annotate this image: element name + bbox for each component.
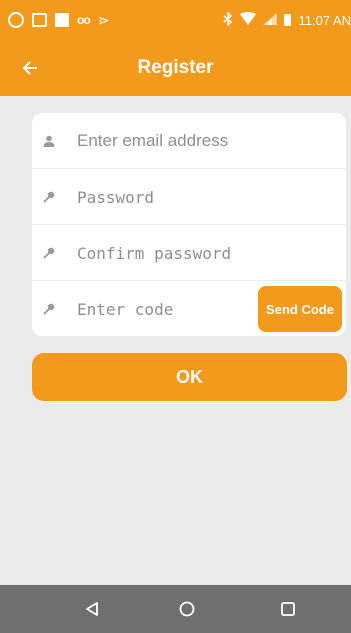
send-icon: ⋗ — [97, 11, 110, 28]
password-field[interactable] — [77, 179, 317, 215]
key-icon — [41, 245, 57, 261]
circle-home-icon — [179, 601, 195, 617]
whatsapp-icon — [8, 12, 24, 28]
key-icon — [41, 189, 57, 205]
wifi-icon — [240, 12, 257, 28]
voicemail-icon: oo — [77, 13, 91, 27]
ok-button[interactable]: OK — [32, 353, 347, 401]
notification-square-icon — [55, 13, 69, 27]
triangle-back-icon — [84, 601, 100, 617]
password-row — [32, 169, 346, 225]
status-time: 11:07 AN — [298, 12, 351, 28]
square-recents-icon — [280, 601, 296, 617]
system-nav-bar — [0, 585, 351, 633]
code-field[interactable] — [77, 291, 247, 327]
email-row — [32, 113, 346, 169]
signal-icon — [263, 12, 278, 28]
gallery-icon — [32, 13, 47, 27]
page-title: Register — [137, 57, 214, 78]
battery-icon — [284, 14, 292, 26]
status-right-icons: 11:07 AN — [223, 0, 351, 40]
key-icon — [41, 301, 57, 317]
status-left-icons: oo ⋗ — [8, 0, 109, 40]
bluetooth-icon — [223, 10, 233, 29]
nav-recents-button[interactable] — [270, 593, 306, 625]
person-icon — [41, 133, 57, 149]
nav-home-button[interactable] — [169, 593, 205, 625]
arrow-left-icon — [22, 60, 38, 76]
code-row: Send Code — [32, 281, 346, 337]
back-button[interactable] — [14, 52, 46, 84]
send-code-button[interactable]: Send Code — [258, 286, 342, 332]
confirm-password-row — [32, 225, 346, 281]
app-bar: Register — [0, 40, 351, 96]
confirm-password-field[interactable] — [77, 235, 317, 271]
register-form: Send Code — [32, 113, 346, 336]
status-bar: oo ⋗ 11:07 AN — [0, 0, 351, 40]
email-field[interactable] — [77, 123, 317, 159]
nav-back-button[interactable] — [74, 593, 110, 625]
